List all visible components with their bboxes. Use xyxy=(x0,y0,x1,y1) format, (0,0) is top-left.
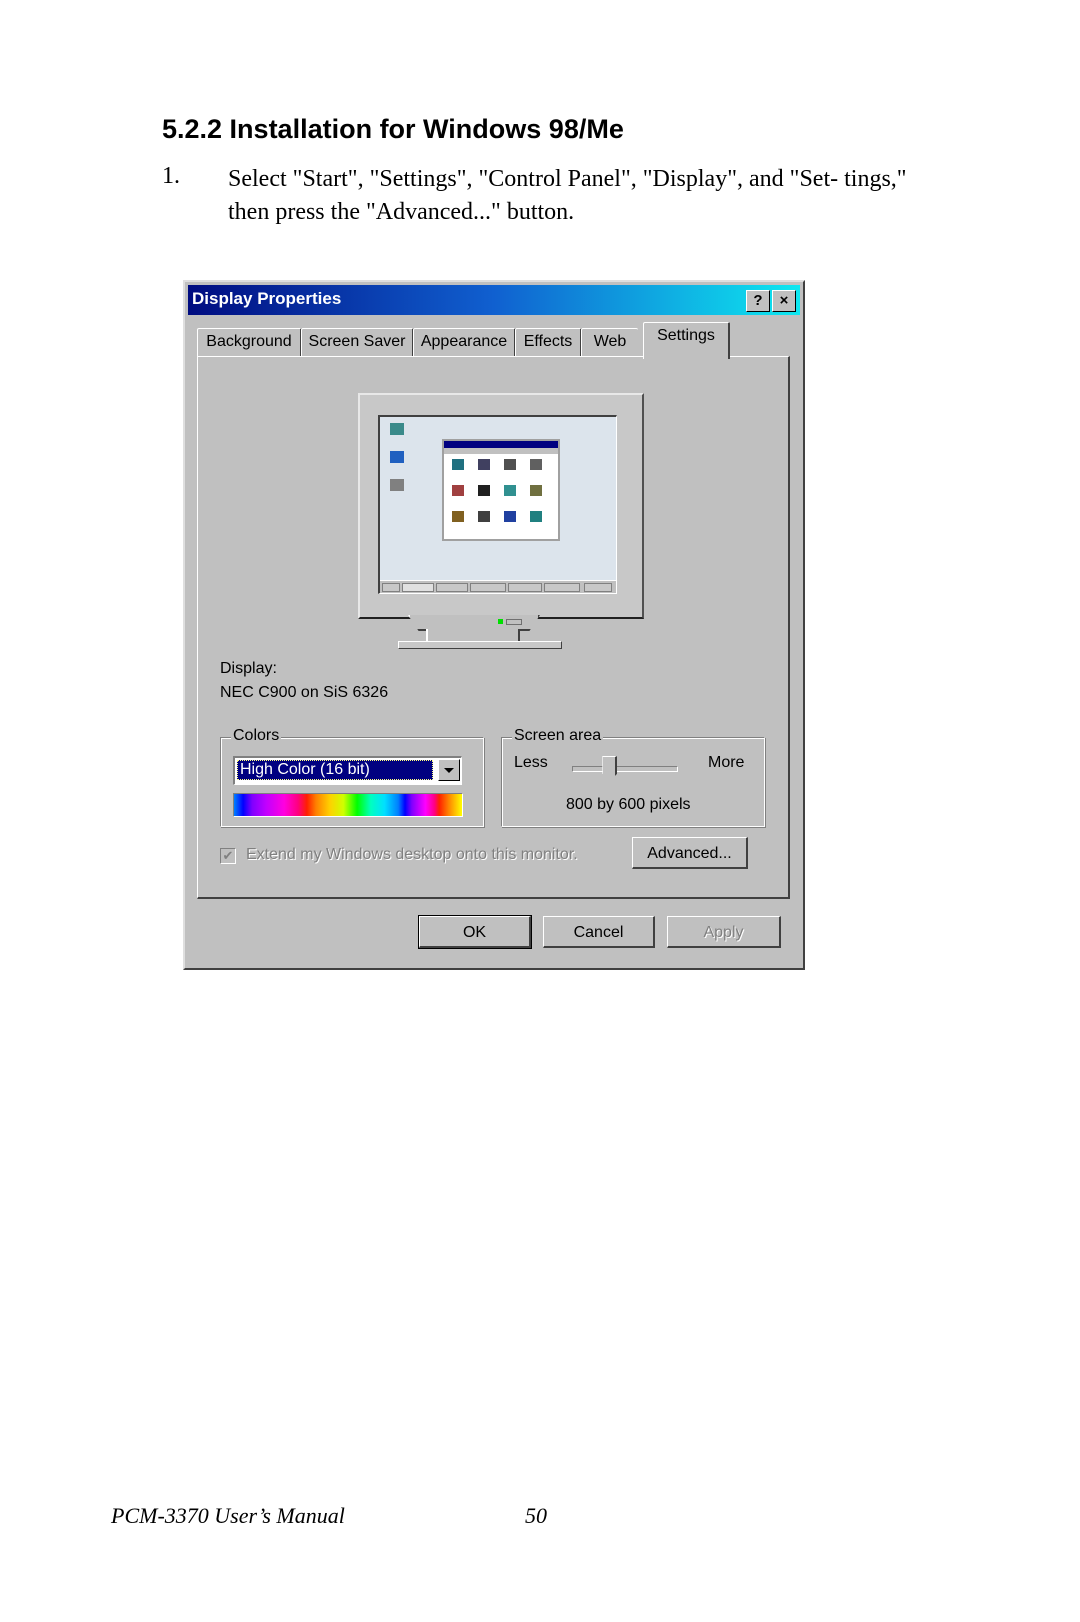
mini-task xyxy=(436,583,468,592)
display-label: Display: xyxy=(220,660,277,677)
ok-button-label: OK xyxy=(462,924,487,941)
mini-taskbar xyxy=(380,580,616,593)
network-icon xyxy=(390,451,404,463)
cancel-button[interactable]: Cancel xyxy=(543,916,655,948)
mini-icon xyxy=(504,459,516,470)
step-number: 1. xyxy=(162,163,180,189)
mini-icon xyxy=(478,511,490,522)
cancel-button-label: Cancel xyxy=(573,924,624,941)
display-properties-dialog: Display Properties ? × Background Screen… xyxy=(183,280,805,970)
monitor-button xyxy=(506,619,522,625)
mini-icon xyxy=(478,459,490,470)
tab-effects[interactable]: Effects xyxy=(515,328,582,357)
mini-task xyxy=(402,583,434,592)
power-led xyxy=(498,619,503,624)
mini-icon xyxy=(530,485,542,496)
mini-icon xyxy=(504,485,516,496)
colors-dropdown-button[interactable] xyxy=(438,759,460,781)
help-button[interactable]: ? xyxy=(746,290,770,312)
mini-icon xyxy=(530,511,542,522)
tab-label: Background xyxy=(206,333,292,350)
dialog-title: Display Properties xyxy=(192,289,342,308)
tab-label: Appearance xyxy=(420,333,508,350)
footer-manual-title: PCM-3370 User’s Manual xyxy=(111,1503,345,1528)
colors-selected-value: High Color (16 bit) xyxy=(237,760,433,780)
apply-button[interactable]: Apply xyxy=(667,916,781,948)
tab-label: Effects xyxy=(523,333,573,350)
help-icon: ? xyxy=(753,292,763,309)
mini-task xyxy=(470,583,506,592)
mini-task xyxy=(544,583,580,592)
tab-background[interactable]: Background xyxy=(197,328,302,357)
color-spectrum-bar xyxy=(233,793,463,817)
screen-area-slider-thumb[interactable] xyxy=(602,756,618,781)
advanced-button[interactable]: Advanced... xyxy=(632,837,748,869)
title-bar[interactable]: Display Properties ? × xyxy=(188,285,800,315)
close-button[interactable]: × xyxy=(772,290,796,312)
section-heading: 5.2.2 Installation for Windows 98/Me xyxy=(162,114,624,144)
mini-icon xyxy=(504,511,516,522)
footer-page-number: 50 xyxy=(525,1503,547,1528)
mini-clock xyxy=(584,583,612,592)
colors-group-label: Colors xyxy=(231,727,282,745)
monitor-base xyxy=(398,641,562,649)
mini-icon xyxy=(478,485,490,496)
advanced-button-label: Advanced... xyxy=(647,845,732,862)
mini-window-preview xyxy=(442,439,560,541)
settings-panel: Display: NEC C900 on SiS 6326 Colors Hig… xyxy=(197,356,790,899)
my-computer-icon xyxy=(390,423,404,435)
ok-button[interactable]: OK xyxy=(418,915,532,949)
screen-area-slider-track[interactable] xyxy=(572,766,678,772)
mini-icon xyxy=(452,459,464,470)
monitor-screen xyxy=(378,415,617,594)
mini-start-button xyxy=(382,583,400,592)
recycle-bin-icon xyxy=(390,479,404,491)
mini-icon xyxy=(452,485,464,496)
colors-dropdown[interactable]: High Color (16 bit) xyxy=(233,756,462,785)
apply-button-label: Apply xyxy=(703,924,744,941)
display-value: NEC C900 on SiS 6326 xyxy=(220,684,389,701)
tab-screen-saver[interactable]: Screen Saver xyxy=(301,328,414,357)
mini-icon xyxy=(530,459,542,470)
step-text: Select "Start", "Settings", "Control Pan… xyxy=(228,166,907,225)
tab-label: Settings xyxy=(657,327,715,344)
tab-label: Web xyxy=(593,333,627,350)
screen-area-group-label: Screen area xyxy=(512,727,604,745)
mini-window-menu xyxy=(444,448,558,454)
monitor-preview xyxy=(358,393,644,619)
more-label: More xyxy=(708,754,745,771)
tab-appearance[interactable]: Appearance xyxy=(413,328,516,357)
extend-desktop-checkbox[interactable]: ✔ xyxy=(220,848,236,864)
colors-group: Colors High Color (16 bit) xyxy=(220,727,484,827)
monitor-neck xyxy=(426,629,520,641)
screen-area-group: Screen area Less More 800 by 600 pixels xyxy=(501,727,765,827)
mini-task xyxy=(508,583,542,592)
close-icon: × xyxy=(779,292,789,309)
less-label: Less xyxy=(514,754,548,771)
tab-settings[interactable]: Settings xyxy=(643,322,730,359)
chevron-down-icon xyxy=(444,768,454,773)
tab-web[interactable]: Web xyxy=(581,328,638,357)
mini-window-title xyxy=(444,441,558,448)
mini-icon xyxy=(452,511,464,522)
screen-area-value: 800 by 600 pixels xyxy=(566,796,691,813)
checkmark-icon: ✔ xyxy=(222,848,234,863)
extend-desktop-label: Extend my Windows desktop onto this moni… xyxy=(246,846,578,863)
tab-label: Screen Saver xyxy=(308,333,406,350)
